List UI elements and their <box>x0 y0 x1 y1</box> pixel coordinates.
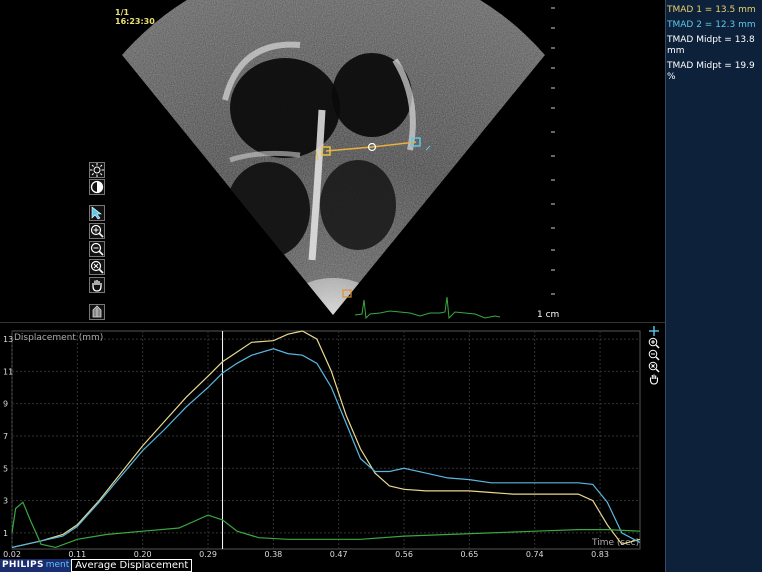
print-icon[interactable] <box>89 304 105 320</box>
x-tick-label: 0.11 <box>68 550 86 559</box>
y-tick-label: 5 <box>3 464 8 473</box>
average-displacement-tab[interactable]: Average Displacement <box>71 559 193 572</box>
brand-logo: PHILIPS <box>0 559 46 572</box>
measurement-item: TMAD Midpt = 13.8 mm <box>667 35 755 56</box>
bottom-bar: PHILIPS ment Average Displacement <box>0 559 665 572</box>
zoom-reset-icon[interactable] <box>89 259 105 275</box>
ecg-trace <box>354 296 501 320</box>
acquisition-time: 16:23:30 <box>115 17 155 26</box>
displacement-graph-panel: 0.02 0.11 0.20 0.29 0.38 0.47 0.56 0.65 0.74 0.83… <box>0 322 665 559</box>
x-tick-label: 0.65 <box>460 550 478 559</box>
zoom-out-icon[interactable] <box>89 241 105 257</box>
series-line <box>11 348 641 548</box>
series-line <box>11 330 641 548</box>
brand-suffix: ment <box>45 559 72 572</box>
measurement-item: TMAD 1 = 13.5 mm <box>667 5 756 15</box>
measurement-item: TMAD Midpt = 19.9 % <box>667 61 755 82</box>
frame-info: 1/1 16:23:30 <box>115 8 155 26</box>
series-line <box>11 501 641 549</box>
contrast-icon[interactable] <box>89 179 105 195</box>
pan-hand-icon[interactable] <box>89 277 105 293</box>
y-tick-label: 3 <box>3 497 8 506</box>
x-tick-label: 0.83 <box>591 550 609 559</box>
frame-counter: 1/1 <box>115 8 130 17</box>
x-tick-label: 0.02 <box>3 550 21 559</box>
x-tick-label: 0.47 <box>330 550 348 559</box>
x-tick-label: 0.74 <box>526 550 544 559</box>
pointer-icon[interactable] <box>89 205 105 221</box>
graph-pan-hand-icon[interactable] <box>648 373 660 385</box>
right-atrium <box>320 160 396 250</box>
brightness-icon[interactable] <box>89 162 105 178</box>
x-tick-label: 0.29 <box>199 550 217 559</box>
measurement-item: TMAD 2 = 12.3 mm <box>667 20 756 30</box>
y-tick-label: 9 <box>3 400 8 409</box>
y-tick-label: 1 <box>3 529 8 538</box>
plot-frame <box>11 330 641 550</box>
y-tick-label: 13 <box>3 335 13 344</box>
measurement-panel: TMAD 1 = 13.5 mm TMAD 2 = 12.3 mm TMAD Mid… <box>665 0 762 572</box>
scale-label: 1 cm <box>537 310 560 320</box>
left-atrium <box>226 162 310 258</box>
y-tick-label: 7 <box>3 432 8 441</box>
echo-image-panel: 1/1 16:23:30 1 cm <box>0 0 665 322</box>
displacement-chart[interactable]: 0.02 0.11 0.20 0.29 0.38 0.47 0.56 0.65 0.74 0.83… <box>0 323 665 560</box>
y-tick-label: 11 <box>3 367 13 376</box>
x-tick-label: 0.20 <box>134 550 152 559</box>
x-tick-label: 0.56 <box>395 550 413 559</box>
x-axis-label: Time (sec) <box>591 538 639 548</box>
y-axis-label: Displacement (mm) <box>14 333 103 343</box>
zoom-in-icon[interactable] <box>89 223 105 239</box>
depth-scale <box>551 7 555 295</box>
x-tick-label: 0.38 <box>264 550 282 559</box>
